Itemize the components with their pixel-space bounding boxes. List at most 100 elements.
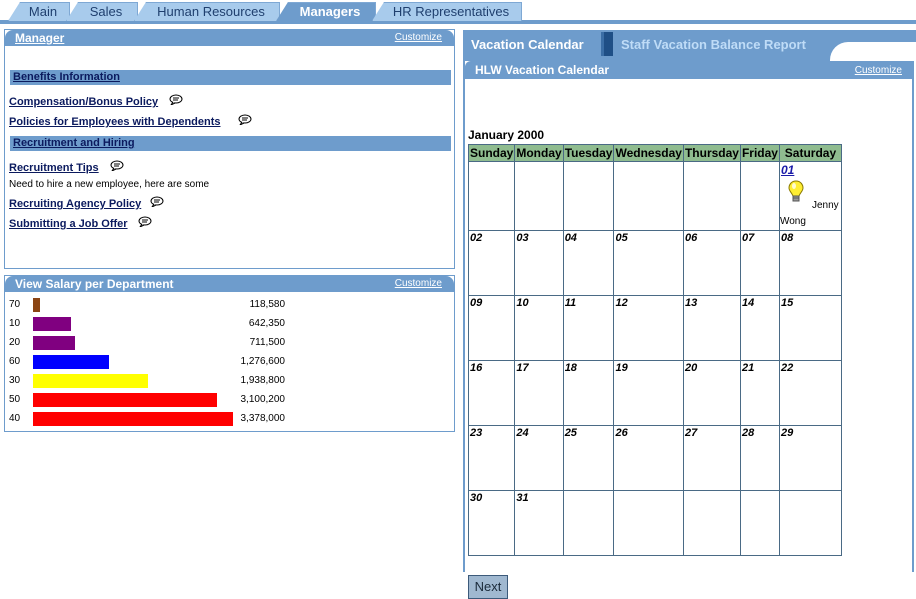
calendar-day-cell[interactable]: 24 bbox=[514, 425, 564, 491]
tab-vacation-calendar[interactable]: Vacation Calendar bbox=[471, 37, 584, 52]
day-number: 13 bbox=[684, 297, 698, 309]
comment-bubble-icon[interactable] bbox=[138, 216, 152, 227]
tab-sales[interactable]: Sales bbox=[66, 2, 138, 21]
calendar-day-cell[interactable]: 09 bbox=[467, 295, 516, 361]
calendar-day-cell[interactable]: 29 bbox=[778, 425, 842, 491]
section-benefits-link[interactable]: Benefits Information bbox=[13, 71, 120, 83]
calendar-day-cell[interactable]: 03 bbox=[514, 230, 564, 296]
link-policies-employees-dependents[interactable]: Policies for Employees with Dependents bbox=[9, 116, 221, 128]
salary-bar bbox=[33, 412, 233, 426]
tab-human-resources[interactable]: Human Resources bbox=[134, 2, 280, 21]
salary-value: 1,938,800 bbox=[240, 375, 286, 386]
calendar-tab-strip: Vacation Calendar Staff Vacation Balance… bbox=[463, 30, 916, 61]
recruitment-note: Need to hire a new employee, here are so… bbox=[9, 179, 210, 190]
lightbulb-icon[interactable] bbox=[788, 180, 804, 204]
calendar-day-cell[interactable]: 05 bbox=[613, 230, 684, 296]
event-last-name: Wong bbox=[779, 216, 806, 227]
calendar-day-cell[interactable]: 22 bbox=[778, 360, 842, 426]
calendar-day-cell[interactable]: 12 bbox=[613, 295, 684, 361]
calendar-day-cell[interactable]: 25 bbox=[562, 425, 615, 491]
salary-panel-title: View Salary per Department bbox=[15, 277, 174, 291]
link-compensation-bonus-policy[interactable]: Compensation/Bonus Policy bbox=[9, 96, 158, 108]
day-link-01[interactable]: 01 bbox=[781, 163, 794, 177]
salary-bar bbox=[33, 393, 217, 407]
tab-staff-vacation-balance[interactable]: Staff Vacation Balance Report bbox=[621, 37, 806, 52]
calendar-day-cell[interactable]: 13 bbox=[682, 295, 741, 361]
salary-value: 1,276,600 bbox=[240, 356, 286, 367]
calendar-day-cell[interactable]: 14 bbox=[739, 295, 780, 361]
link-recruitment-tips[interactable]: Recruitment Tips bbox=[9, 162, 99, 174]
calendar-day-cell bbox=[682, 161, 741, 231]
link-submitting-job-offer[interactable]: Submitting a Job Offer bbox=[9, 218, 128, 230]
day-number: 29 bbox=[780, 427, 794, 439]
day-number: 27 bbox=[684, 427, 698, 439]
salary-customize-link[interactable]: Customize bbox=[395, 278, 442, 290]
comment-bubble-icon[interactable] bbox=[150, 196, 164, 207]
calendar-day-cell[interactable]: 07 bbox=[739, 230, 780, 296]
calendar-day-cell[interactable]: 28 bbox=[739, 425, 780, 491]
calendar-day-cell[interactable]: 17 bbox=[514, 360, 564, 426]
day-number: 19 bbox=[615, 362, 628, 374]
calendar-day-cell bbox=[739, 490, 780, 556]
dept-label: 60 bbox=[9, 356, 21, 367]
calendar-day-cell[interactable]: 01 Jenny Wong bbox=[778, 161, 842, 231]
calendar-day-cell[interactable]: 04 bbox=[562, 230, 615, 296]
calendar-panel-header: HLW Vacation Calendar Customize bbox=[465, 61, 914, 79]
calendar-week-row: 02 03 04 05 06 07 08 bbox=[467, 230, 842, 296]
calendar-day-cell[interactable]: 15 bbox=[778, 295, 842, 361]
top-tab-bar: Main Sales Human Resources Managers HR R… bbox=[0, 0, 916, 25]
calendar-day-cell[interactable]: 18 bbox=[562, 360, 615, 426]
salary-value: 3,378,000 bbox=[240, 413, 286, 424]
tab-hr-representatives[interactable]: HR Representatives bbox=[372, 2, 522, 21]
calendar-day-cell[interactable]: 30 bbox=[467, 490, 516, 556]
day-number: 30 bbox=[470, 492, 483, 504]
section-recruitment-hiring: Recruitment and Hiring bbox=[10, 136, 451, 151]
calendar-customize-link[interactable]: Customize bbox=[855, 65, 902, 77]
calendar-day-cell[interactable]: 23 bbox=[467, 425, 516, 491]
calendar-day-cell[interactable]: 19 bbox=[613, 360, 684, 426]
calendar-week-row: 01 Jenny Wong bbox=[467, 161, 842, 231]
calendar-day-cell bbox=[514, 161, 564, 231]
calendar-day-cell[interactable]: 16 bbox=[467, 360, 516, 426]
tab-main[interactable]: Main bbox=[8, 2, 70, 21]
calendar-day-cell[interactable]: 08 bbox=[778, 230, 842, 296]
event-first-name: Jenny bbox=[811, 200, 839, 211]
day-number: 16 bbox=[470, 362, 483, 374]
day-number: 15 bbox=[780, 297, 794, 309]
dept-label: 20 bbox=[9, 337, 21, 348]
calendar-day-cell bbox=[467, 161, 516, 231]
section-recruitment-link[interactable]: Recruitment and Hiring bbox=[13, 137, 135, 149]
day-number: 03 bbox=[516, 232, 529, 244]
link-recruiting-agency-policy[interactable]: Recruiting Agency Policy bbox=[9, 198, 141, 210]
manager-panel-title[interactable]: Manager bbox=[15, 30, 64, 46]
day-number: 07 bbox=[741, 232, 755, 244]
dept-label: 70 bbox=[9, 299, 21, 310]
calendar-day-cell[interactable]: 11 bbox=[562, 295, 615, 361]
comment-bubble-icon[interactable] bbox=[169, 94, 183, 105]
calendar-day-cell[interactable]: 31 bbox=[514, 490, 564, 556]
calendar-day-cell[interactable]: 10 bbox=[514, 295, 564, 361]
day-number: 04 bbox=[564, 232, 577, 244]
calendar-day-cell bbox=[562, 490, 615, 556]
salary-bar bbox=[33, 317, 71, 331]
calendar-day-cell[interactable]: 21 bbox=[739, 360, 780, 426]
comment-bubble-icon[interactable] bbox=[238, 114, 252, 125]
day-number: 17 bbox=[516, 362, 529, 374]
tab-managers[interactable]: Managers bbox=[276, 2, 376, 21]
manager-customize-link[interactable]: Customize bbox=[395, 32, 442, 44]
calendar-day-cell bbox=[682, 490, 741, 556]
calendar-day-cell[interactable]: 06 bbox=[682, 230, 741, 296]
calendar-day-cell[interactable]: 20 bbox=[682, 360, 741, 426]
calendar-day-cell[interactable]: 27 bbox=[682, 425, 741, 491]
calendar-week-row: 16 17 18 19 20 21 22 bbox=[467, 360, 842, 426]
calendar-day-cell[interactable]: 02 bbox=[467, 230, 516, 296]
calendar-panel-title: HLW Vacation Calendar bbox=[475, 63, 610, 77]
comment-bubble-icon[interactable] bbox=[110, 160, 124, 171]
vacation-calendar-region: Vacation Calendar Staff Vacation Balance… bbox=[463, 30, 916, 599]
tab-separator bbox=[601, 32, 613, 56]
salary-value: 3,100,200 bbox=[240, 394, 286, 405]
day-number: 14 bbox=[741, 297, 755, 309]
next-month-button[interactable]: Next bbox=[468, 575, 508, 599]
calendar-day-cell[interactable]: 26 bbox=[613, 425, 684, 491]
dept-label: 50 bbox=[9, 394, 21, 405]
